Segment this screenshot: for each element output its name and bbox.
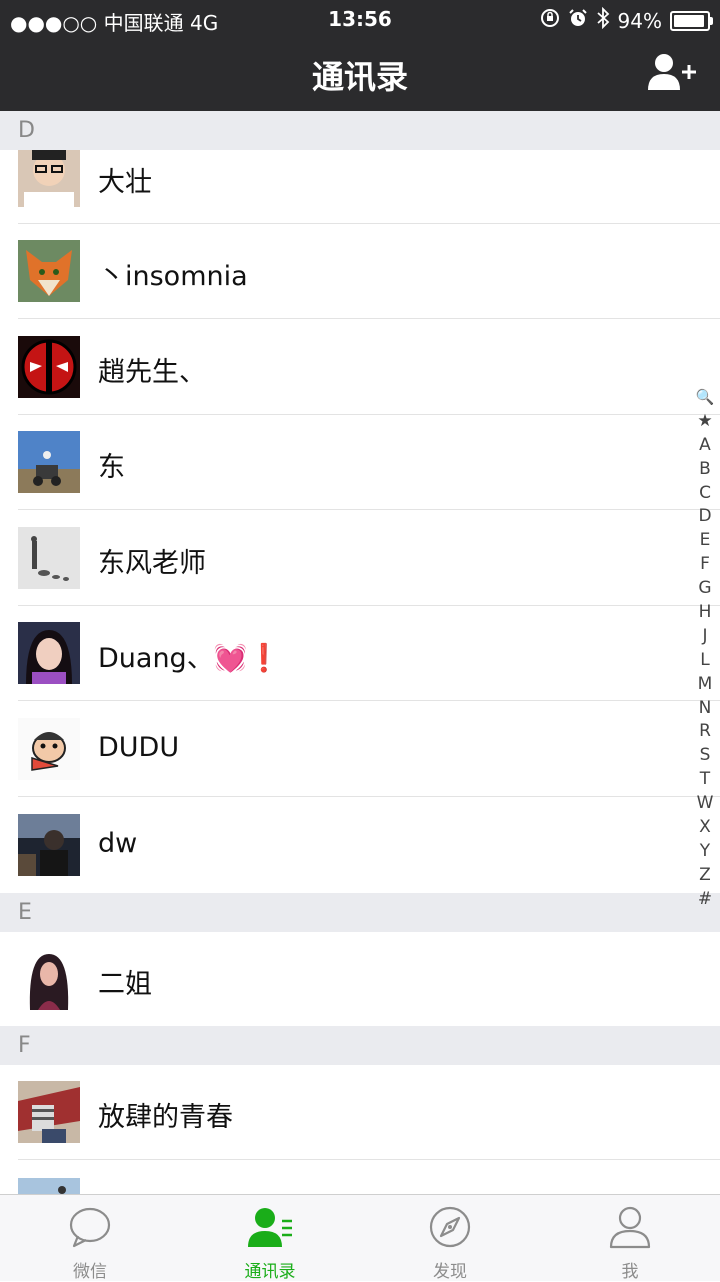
index-letter[interactable]: Z — [694, 864, 716, 888]
compass-icon — [429, 1206, 471, 1248]
index-letter[interactable]: L — [694, 649, 716, 673]
chat-bubble-icon — [69, 1207, 111, 1248]
tab-contacts[interactable]: 通讯录 — [180, 1195, 360, 1282]
battery-fill — [674, 14, 705, 27]
contact-row[interactable]: 丶insomnia — [0, 224, 720, 319]
contact-avatar — [18, 1178, 80, 1194]
status-right: 94% — [540, 6, 713, 34]
battery-percent: 94% — [617, 8, 662, 33]
tab-label: 微信 — [73, 1262, 107, 1282]
contact-name: 东风老师 — [98, 548, 206, 579]
contact-avatar — [18, 1081, 80, 1143]
index-letter[interactable]: G — [694, 577, 716, 601]
index-letter[interactable]: E — [694, 529, 716, 553]
index-letter[interactable]: H — [694, 601, 716, 625]
index-letter[interactable]: F — [694, 553, 716, 577]
contact-avatar — [18, 814, 80, 876]
tab-label: 我 — [621, 1262, 639, 1282]
contact-avatar — [18, 718, 80, 780]
index-letter[interactable]: Y — [694, 840, 716, 864]
contact-name: 二姐 — [98, 969, 152, 1000]
contact-name: 东 — [98, 452, 125, 483]
person-icon — [609, 1206, 651, 1249]
contact-row[interactable]: 放肆的青春 — [0, 1065, 720, 1160]
contacts-icon — [248, 1208, 292, 1247]
contact-row[interactable]: DUDU — [0, 702, 720, 797]
contact-row[interactable]: 东 — [0, 415, 720, 510]
contact-avatar — [18, 948, 80, 1010]
index-letter[interactable]: ★ — [694, 410, 716, 434]
index-letter[interactable]: R — [694, 720, 716, 744]
battery-icon — [670, 10, 713, 31]
contact-avatar — [18, 336, 80, 398]
section-header-e: E — [0, 893, 720, 932]
contact-row[interactable]: Duang、💓❗ — [0, 606, 720, 701]
tab-label: 通讯录 — [244, 1262, 296, 1282]
index-letter[interactable]: A — [694, 434, 716, 458]
contact-name: 趙先生、 — [98, 357, 206, 388]
tab-me[interactable]: 我 — [540, 1195, 720, 1282]
alphabet-index[interactable]: 🔍 ★ A B C D E F G H J L M N R S T W X Y Z # — [694, 386, 716, 912]
contact-row[interactable]: dw — [0, 797, 720, 893]
contact-avatar — [18, 240, 80, 302]
section-header-f: F — [0, 1026, 720, 1065]
index-letter[interactable]: S — [694, 744, 716, 768]
index-letter[interactable]: B — [694, 458, 716, 482]
index-search-icon[interactable]: 🔍 — [694, 386, 716, 410]
add-contact-button[interactable] — [646, 52, 698, 92]
index-letter[interactable]: W — [694, 792, 716, 816]
contact-avatar — [18, 527, 80, 589]
contact-avatar — [18, 431, 80, 493]
tab-discover[interactable]: 发现 — [360, 1195, 540, 1282]
index-letter[interactable]: X — [694, 816, 716, 840]
contact-avatar — [18, 622, 80, 684]
contact-name: DUDU — [98, 732, 180, 763]
contact-name: Duang、💓❗ — [98, 643, 281, 674]
top-bar: ●●●○○ 中国联通 4G 13:56 94% 通讯录 — [0, 0, 720, 111]
contact-name: 大壮 — [98, 167, 152, 198]
contact-row[interactable]: 趙先生、 — [0, 320, 720, 415]
tab-chats[interactable]: 微信 — [0, 1195, 180, 1282]
index-letter[interactable]: T — [694, 768, 716, 792]
tab-label: 发现 — [433, 1262, 467, 1282]
contact-row[interactable] — [0, 1161, 720, 1194]
add-person-icon — [648, 54, 696, 90]
index-letter[interactable]: J — [694, 625, 716, 649]
page-title: 通讯录 — [311, 58, 408, 96]
index-letter[interactable]: C — [694, 482, 716, 506]
status-bar: ●●●○○ 中国联通 4G 13:56 94% — [0, 0, 720, 38]
index-letter[interactable]: # — [694, 888, 716, 912]
index-letter[interactable]: N — [694, 697, 716, 721]
contact-row[interactable]: 东风老师 — [0, 511, 720, 606]
index-letter[interactable]: M — [694, 673, 716, 697]
contact-row[interactable]: 大壮 — [0, 150, 720, 224]
orientation-lock-icon — [540, 8, 560, 33]
contact-name: 放肆的青春 — [98, 1102, 233, 1133]
tab-bar: 微信 通讯录 发现 我 — [0, 1194, 720, 1282]
contact-name: 丶insomnia — [98, 261, 248, 292]
section-header-d: D — [0, 111, 720, 150]
bluetooth-icon — [596, 6, 610, 34]
contact-avatar — [18, 150, 80, 207]
contact-row[interactable]: 二姐 — [0, 932, 720, 1026]
contact-name: dw — [98, 828, 138, 859]
alarm-icon — [568, 8, 588, 33]
index-letter[interactable]: D — [694, 505, 716, 529]
